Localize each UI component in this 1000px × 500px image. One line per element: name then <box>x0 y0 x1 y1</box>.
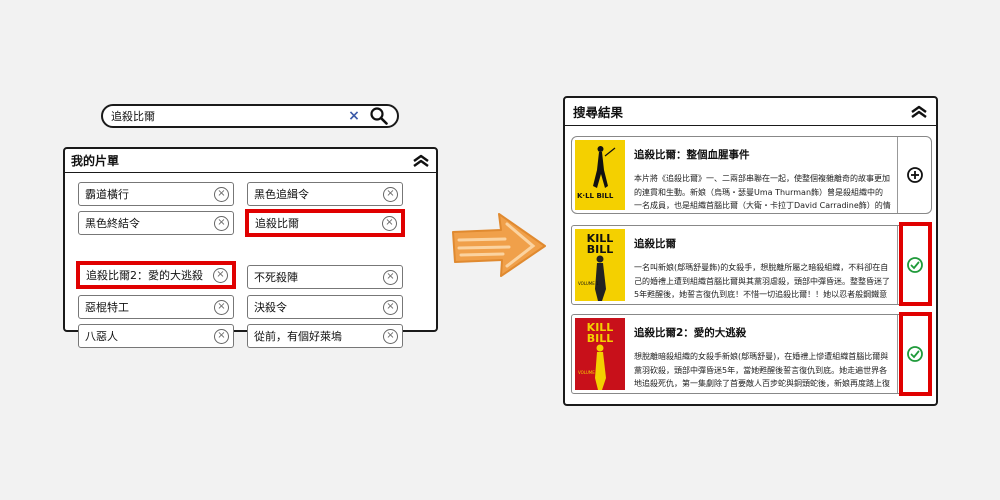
movie-poster: K·LL BILL <box>575 140 625 210</box>
result-title: 追殺比爾 <box>634 238 676 250</box>
result-card-body: 追殺比爾2：愛的大逃殺 想脫離暗殺組織的女殺手新娘(鄔瑪舒曼)，在婚禮上慘遭組織… <box>628 315 897 393</box>
my-list-header: 我的片單 <box>65 149 436 173</box>
list-item-label: 黑色終結令 <box>85 217 140 230</box>
results-title: 搜尋結果 <box>573 105 624 120</box>
highlight-box <box>899 312 932 396</box>
my-list-items: 霸道橫行 × 黑色追緝令 × 黑色終結令 × 追殺比爾 × 追殺比爾2：愛的大逃… <box>65 173 436 348</box>
poster-subtitle: VOLUME 1 <box>578 281 599 286</box>
list-item-label: 八惡人 <box>85 330 118 343</box>
list-item[interactable]: 不死殺陣 × <box>247 265 403 289</box>
poster-subtitle: VOLUME 2 <box>578 370 599 375</box>
collapse-icon[interactable] <box>910 105 928 119</box>
highlight-box <box>899 222 932 306</box>
list-item-label: 惡棍特工 <box>85 301 129 314</box>
list-item[interactable]: 從前，有個好萊塢 × <box>247 324 403 348</box>
poster-title: KILL BILL <box>586 321 614 345</box>
result-card-body: 追殺比爾 一名叫新娘(鄔瑪舒曼飾)的女殺手，想脫離所屬之暗殺組織，不料卻在自己的… <box>628 226 897 304</box>
remove-icon[interactable]: × <box>213 267 228 283</box>
list-item[interactable]: 霸道橫行 × <box>78 182 234 206</box>
arrow-icon <box>452 213 546 277</box>
remove-icon[interactable]: × <box>383 186 398 202</box>
movie-poster: KILL BILL VOLUME 1 <box>575 229 625 301</box>
remove-icon[interactable]: × <box>383 269 398 285</box>
result-title: 追殺比爾：整個血腥事件 <box>634 149 750 161</box>
add-icon <box>906 167 923 183</box>
list-item-highlighted[interactable]: 追殺比爾 × <box>245 209 405 237</box>
list-item-label: 追殺比爾 <box>255 217 299 230</box>
add-to-list-button[interactable] <box>897 137 931 213</box>
remove-icon[interactable]: × <box>383 299 398 315</box>
result-description: 想脫離暗殺組織的女殺手新娘(鄔瑪舒曼)，在婚禮上慘遭組織首腦比爾與黨羽砍殺，頭部… <box>634 352 890 388</box>
poster-title: K·LL BILL <box>577 192 614 200</box>
collapse-icon[interactable] <box>412 154 430 168</box>
result-description: 本片將《追殺比爾》一、二兩部串聯在一起，使整個複雜離奇的故事更加的連貫和生動。新… <box>634 174 891 210</box>
remove-icon[interactable]: × <box>382 215 397 231</box>
list-item-label: 決殺令 <box>254 301 287 314</box>
list-item[interactable]: 黑色終結令 × <box>78 211 234 235</box>
my-list-title: 我的片單 <box>71 154 120 168</box>
result-card[interactable]: KILL BILL VOLUME 1 追殺比爾 一名叫新娘(鄔瑪舒曼飾)的女殺手… <box>571 225 932 305</box>
remove-icon[interactable]: × <box>214 328 229 344</box>
search-icon[interactable] <box>369 106 389 126</box>
result-title: 追殺比爾2：愛的大逃殺 <box>634 327 747 339</box>
result-card[interactable]: KILL BILL VOLUME 2 追殺比爾2：愛的大逃殺 想脫離暗殺組織的女… <box>571 314 932 394</box>
list-item-label: 黑色追緝令 <box>254 188 309 201</box>
clear-search-button[interactable]: × <box>345 108 363 124</box>
my-list-panel: 我的片單 霸道橫行 × 黑色追緝令 × 黑色終結令 × 追殺比爾 × 追殺比爾2… <box>63 147 438 348</box>
list-item[interactable]: 八惡人 × <box>78 324 234 348</box>
result-card-body: 追殺比爾：整個血腥事件 本片將《追殺比爾》一、二兩部串聯在一起，使整個複雜離奇的… <box>628 137 897 213</box>
list-item-label: 從前，有個好萊塢 <box>254 330 342 343</box>
remove-icon[interactable]: × <box>214 215 229 231</box>
search-results-panel: 搜尋結果 K·LL BILL 追殺比爾：整個血腥事件 本片將《追殺比爾》一、二兩… <box>563 96 938 406</box>
result-card[interactable]: K·LL BILL 追殺比爾：整個血腥事件 本片將《追殺比爾》一、二兩部串聯在一… <box>571 136 932 214</box>
movie-poster: KILL BILL VOLUME 2 <box>575 318 625 390</box>
poster-title: KILL BILL <box>586 232 614 256</box>
remove-icon[interactable]: × <box>214 186 229 202</box>
search-bar[interactable]: 追殺比爾 × <box>101 104 399 128</box>
list-item-label: 追殺比爾2：愛的大逃殺 <box>86 269 203 282</box>
list-item[interactable]: 決殺令 × <box>247 295 403 319</box>
list-item-label: 霸道橫行 <box>85 188 129 201</box>
list-item-highlighted[interactable]: 追殺比爾2：愛的大逃殺 × <box>76 261 236 289</box>
list-item-label: 不死殺陣 <box>254 271 298 284</box>
list-item[interactable]: 黑色追緝令 × <box>247 182 403 206</box>
remove-icon[interactable]: × <box>383 328 398 344</box>
results-header: 搜尋結果 <box>565 98 936 126</box>
search-input[interactable]: 追殺比爾 <box>111 108 345 124</box>
result-description: 一名叫新娘(鄔瑪舒曼飾)的女殺手，想脫離所屬之暗殺組織，不料卻在自己的婚禮上遭到… <box>634 263 890 299</box>
list-item[interactable]: 惡棍特工 × <box>78 295 234 319</box>
remove-icon[interactable]: × <box>214 299 229 315</box>
